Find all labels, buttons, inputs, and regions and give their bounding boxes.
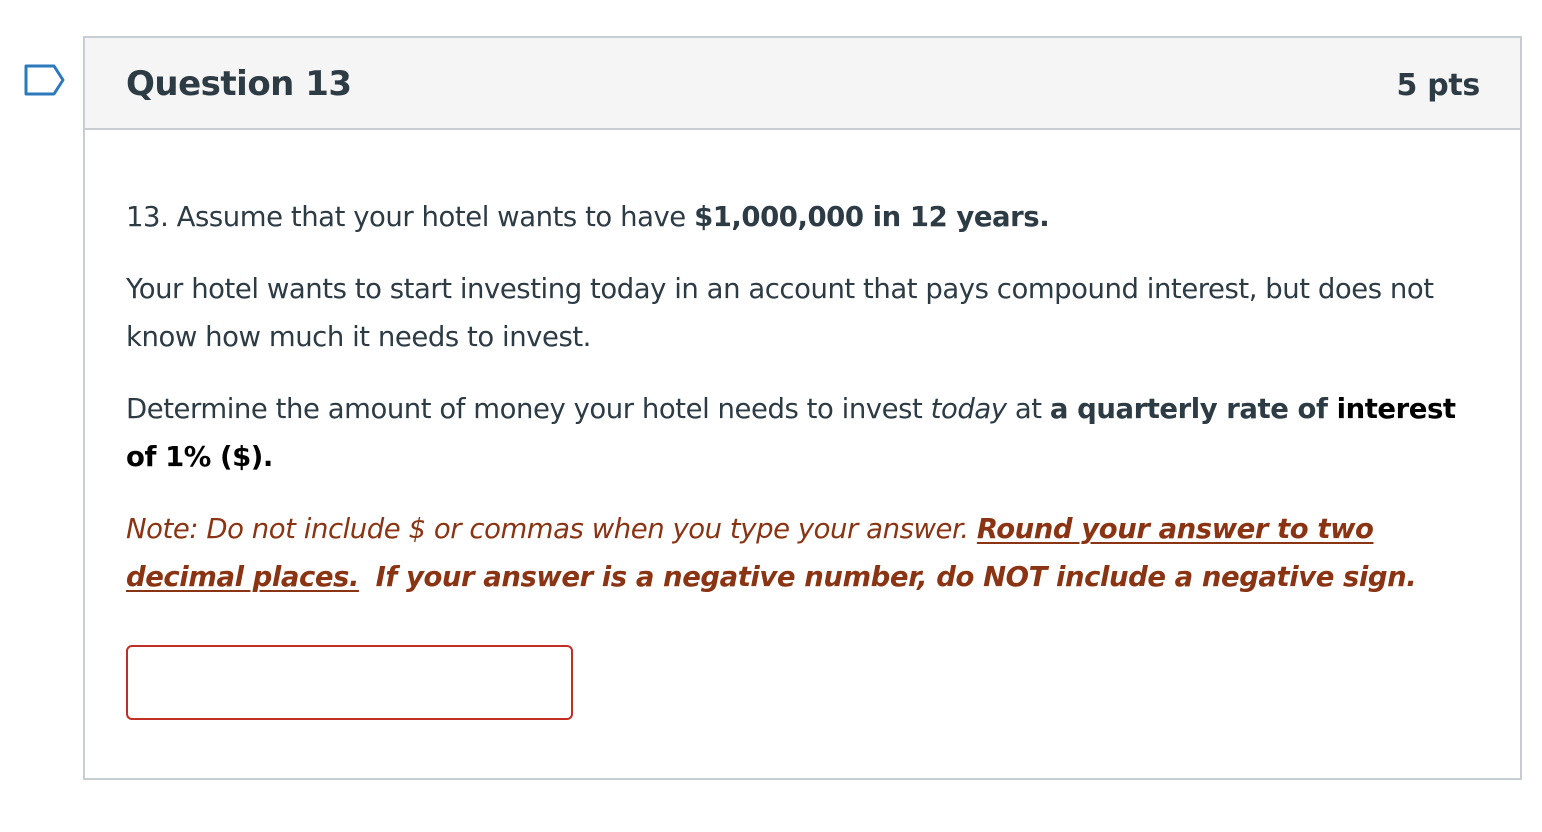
question-paragraph-1: 13. Assume that your hotel wants to have… [126,193,1471,241]
instruction-connector: at [1006,393,1050,425]
answer-note: Note: Do not include $ or commas when yo… [126,505,1471,601]
question-intro-text: 13. Assume that your hotel wants to have [126,201,695,233]
question-paragraph-2: Your hotel wants to start investing toda… [126,273,1434,353]
interest-text: interest [1336,393,1456,425]
instruction-text: Determine the amount of money your hotel… [126,393,931,425]
rate-text: a quarterly rate of [1049,393,1337,425]
negative-sign-instruction: If your answer is a negative number, do … [375,561,1417,593]
note-text: Note: Do not include $ or commas when yo… [126,513,977,545]
question-text: 13. Assume that your hotel wants to have… [126,193,1471,601]
question-paragraph-3: Determine the amount of money your hotel… [126,385,1471,481]
answer-input[interactable] [126,645,573,720]
question-card: Question 13 5 pts 13. Assume that your h… [83,36,1522,780]
question-points: 5 pts [1396,68,1481,103]
question-title: Question 13 [126,64,352,104]
rate-value-text: of 1% ($). [126,441,273,473]
today-emphasis: today [930,393,1007,425]
question-header: Question 13 5 pts [85,38,1520,130]
target-amount-text: $1,000,000 in 12 years. [694,201,1050,233]
flag-question-icon[interactable] [24,64,66,96]
